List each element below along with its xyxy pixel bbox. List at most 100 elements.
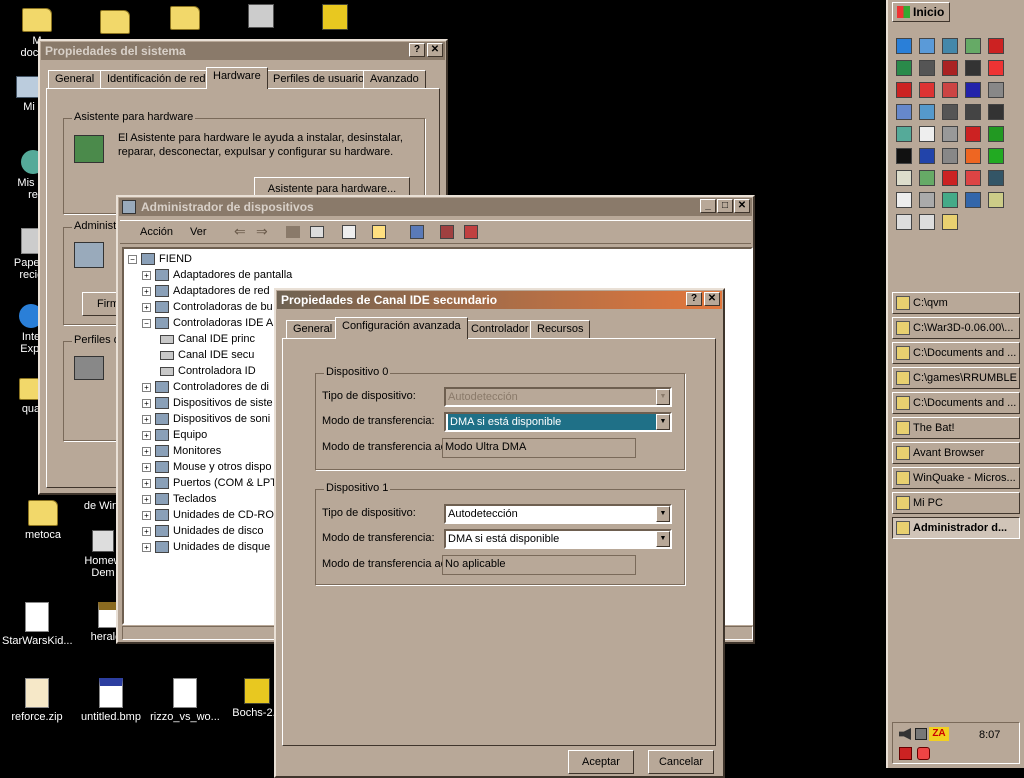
- quick-launch-icon[interactable]: [942, 82, 958, 98]
- quick-launch-icon[interactable]: [988, 60, 1004, 76]
- taskbar-button[interactable]: Administrador d...: [892, 517, 1020, 539]
- quick-launch-icon[interactable]: [896, 38, 912, 54]
- quick-launch-icon[interactable]: [988, 82, 1004, 98]
- tab-perfiles-usuario[interactable]: Perfiles de usuario: [266, 70, 372, 89]
- quick-launch-icon[interactable]: [942, 192, 958, 208]
- taskbar-button[interactable]: The Bat!: [892, 417, 1020, 439]
- menu-ver[interactable]: Ver: [190, 226, 207, 238]
- tray-app-icon[interactable]: [917, 747, 930, 760]
- quick-launch-icon[interactable]: [896, 192, 912, 208]
- quick-launch-icon[interactable]: [896, 104, 912, 120]
- quick-launch-icon[interactable]: [919, 148, 935, 164]
- quick-launch-icon[interactable]: [919, 60, 935, 76]
- zonealarm-icon[interactable]: ZA: [929, 727, 949, 741]
- quick-launch-icon[interactable]: [965, 60, 981, 76]
- quick-launch-icon[interactable]: [965, 148, 981, 164]
- quick-launch-icon[interactable]: [965, 126, 981, 142]
- quick-launch-icon[interactable]: [919, 82, 935, 98]
- taskbar-button[interactable]: C:\War3D-0.06.00\...: [892, 317, 1020, 339]
- quick-launch-icon[interactable]: [919, 104, 935, 120]
- expand-icon[interactable]: +: [142, 478, 151, 488]
- quick-launch-icon[interactable]: [919, 38, 935, 54]
- quick-launch-icon[interactable]: [988, 126, 1004, 142]
- tray-app-icon[interactable]: [899, 747, 912, 760]
- back-arrow-icon[interactable]: ⇐: [234, 223, 246, 240]
- desktop-icon-reforce[interactable]: reforce.zip: [2, 678, 72, 723]
- taskbar-button[interactable]: C:\games\RRUMBLE: [892, 367, 1020, 389]
- help-button[interactable]: ?: [409, 43, 425, 57]
- tree-item[interactable]: + Monitores: [142, 443, 221, 459]
- quick-launch-icon[interactable]: [965, 170, 981, 186]
- quick-launch-icon[interactable]: [942, 148, 958, 164]
- tab-hardware[interactable]: Hardware: [206, 67, 268, 89]
- properties-icon[interactable]: [342, 225, 356, 239]
- device-manager-titlebar[interactable]: Administrador de dispositivos _ □ ✕: [119, 198, 752, 216]
- tree-item[interactable]: + Unidades de CD-RO: [142, 507, 274, 523]
- computer-icon[interactable]: [248, 4, 274, 28]
- tree-item[interactable]: + Controladoras de bu: [142, 299, 273, 315]
- expand-icon[interactable]: +: [142, 510, 151, 520]
- tab-controlador[interactable]: Controlador: [464, 320, 536, 339]
- package-icon[interactable]: [322, 4, 348, 30]
- close-button[interactable]: ✕: [734, 199, 750, 213]
- forward-arrow-icon[interactable]: ⇒: [256, 223, 268, 240]
- taskbar-button[interactable]: C:\Documents and ...: [892, 392, 1020, 414]
- volume-icon[interactable]: [899, 728, 911, 740]
- quick-launch-icon[interactable]: [896, 126, 912, 142]
- tree-item[interactable]: + Teclados: [142, 491, 216, 507]
- device-1-type-select[interactable]: Autodetección ▼: [444, 504, 672, 524]
- quick-launch-icon[interactable]: [965, 192, 981, 208]
- help-icon[interactable]: [372, 225, 386, 239]
- chevron-down-icon[interactable]: ▼: [656, 506, 670, 522]
- expand-icon[interactable]: +: [142, 526, 151, 536]
- quick-launch-icon[interactable]: [965, 82, 981, 98]
- device-0-transfer-mode-select[interactable]: DMA si está disponible ▼: [444, 412, 672, 432]
- tree-item[interactable]: + Unidades de disque: [142, 539, 270, 555]
- quick-launch-icon[interactable]: [965, 38, 981, 54]
- tree-item[interactable]: + Controladores de di: [142, 379, 269, 395]
- tree-view-icon[interactable]: [310, 226, 324, 238]
- quick-launch-icon[interactable]: [942, 38, 958, 54]
- tab-avanzado[interactable]: Avanzado: [363, 70, 426, 89]
- expand-icon[interactable]: +: [142, 462, 151, 472]
- close-button[interactable]: ✕: [704, 292, 720, 306]
- tab-identificacion-red[interactable]: Identificación de red: [100, 70, 213, 89]
- quick-launch-icon[interactable]: [896, 214, 912, 230]
- taskbar-button[interactable]: WinQuake - Micros...: [892, 467, 1020, 489]
- clock[interactable]: 8:07: [979, 729, 1000, 741]
- scan-hardware-icon[interactable]: [410, 225, 424, 239]
- start-button[interactable]: Inicio: [892, 2, 950, 22]
- desktop-icon-starwarskid[interactable]: StarWarsKid...: [2, 602, 73, 647]
- quick-launch-icon[interactable]: [988, 104, 1004, 120]
- help-button[interactable]: ?: [686, 292, 702, 306]
- tree-item[interactable]: + Equipo: [142, 427, 207, 443]
- device-1-transfer-mode-select[interactable]: DMA si está disponible ▼: [444, 529, 672, 549]
- device-0-type-select[interactable]: Autodetección ▼: [444, 387, 672, 407]
- desktop-icon-rizzo[interactable]: rizzo_vs_wo...: [150, 678, 220, 723]
- tree-item[interactable]: + Dispositivos de soni: [142, 411, 270, 427]
- uninstall-device-icon[interactable]: [464, 225, 478, 239]
- cancel-button[interactable]: Cancelar: [648, 750, 714, 774]
- folder-icon[interactable]: [170, 6, 200, 30]
- tree-item[interactable]: + Dispositivos de siste: [142, 395, 273, 411]
- chevron-down-icon[interactable]: ▼: [656, 414, 670, 430]
- quick-launch-icon[interactable]: [942, 214, 958, 230]
- folder-icon[interactable]: [100, 10, 130, 34]
- expand-icon[interactable]: +: [142, 430, 151, 440]
- network-tray-icon[interactable]: [915, 728, 927, 740]
- quick-launch-icon[interactable]: [896, 170, 912, 186]
- quick-launch-icon[interactable]: [988, 38, 1004, 54]
- quick-launch-icon[interactable]: [896, 60, 912, 76]
- disable-device-icon[interactable]: [440, 225, 454, 239]
- quick-launch-icon[interactable]: [965, 104, 981, 120]
- quick-launch-icon[interactable]: [919, 192, 935, 208]
- expand-icon[interactable]: +: [142, 286, 151, 296]
- system-properties-titlebar[interactable]: Propiedades del sistema ? ✕: [41, 42, 445, 60]
- expand-icon[interactable]: +: [142, 270, 151, 280]
- tree-item[interactable]: + Unidades de disco: [142, 523, 264, 539]
- quick-launch-icon[interactable]: [896, 148, 912, 164]
- tree-item[interactable]: Canal IDE secu: [160, 347, 254, 363]
- tab-general[interactable]: General: [48, 70, 102, 89]
- maximize-button[interactable]: □: [717, 199, 733, 213]
- quick-launch-icon[interactable]: [942, 126, 958, 142]
